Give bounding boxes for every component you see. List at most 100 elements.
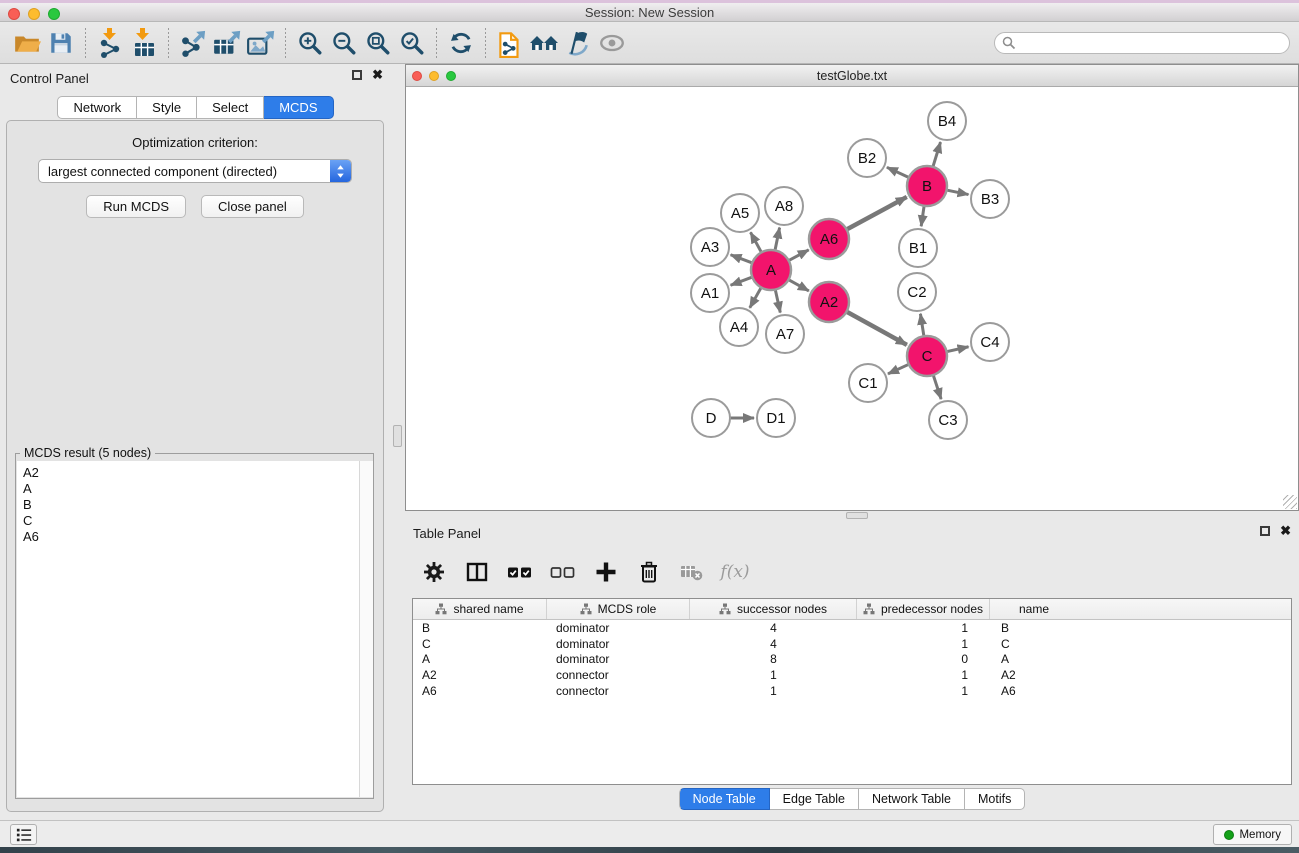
graph-edge-B-B3[interactable] (947, 190, 969, 195)
graph-edge-B-B2[interactable] (887, 167, 909, 177)
table-cell[interactable]: dominator (547, 621, 690, 635)
graph-edge-A-A5[interactable] (751, 232, 762, 252)
select-all-button[interactable] (505, 557, 535, 587)
table-cell[interactable]: 4 (690, 637, 857, 651)
table-cell[interactable]: C (990, 637, 1078, 651)
tab-network[interactable]: Network (57, 96, 137, 119)
refresh-button[interactable] (444, 26, 478, 60)
horizontal-splitter[interactable] (405, 511, 1299, 520)
create-column-button[interactable] (591, 557, 621, 587)
mcds-result-item[interactable]: A (23, 481, 372, 497)
graph-edge-A-A7[interactable] (775, 290, 780, 313)
table-cell[interactable]: 1 (857, 637, 990, 651)
horizontal-splitter-grip[interactable] (846, 512, 868, 519)
table-cell[interactable]: A2 (413, 668, 547, 682)
table-cell[interactable]: B (990, 621, 1078, 635)
run-mcds-button[interactable]: Run MCDS (86, 195, 186, 218)
mcds-result-item[interactable]: A2 (23, 465, 372, 481)
delete-column-button[interactable] (634, 557, 664, 587)
table-row[interactable]: Bdominator41B (413, 620, 1291, 636)
graph-edge-B-B1[interactable] (921, 206, 924, 226)
search-input[interactable] (994, 32, 1290, 54)
export-table-button[interactable] (210, 26, 244, 60)
mcds-result-scrollbar[interactable] (359, 461, 373, 797)
import-table-button[interactable] (127, 26, 161, 60)
tab-select[interactable]: Select (197, 96, 264, 119)
column-header-mcds-role[interactable]: MCDS role (547, 599, 690, 619)
delete-table-button[interactable] (677, 557, 707, 587)
tab-mcds[interactable]: MCDS (264, 96, 333, 119)
resize-grip-icon[interactable] (1283, 495, 1297, 509)
close-panel-button[interactable]: Close panel (201, 195, 304, 218)
graph-edge-C-C1[interactable] (888, 364, 909, 374)
tab-motifs[interactable]: Motifs (965, 788, 1025, 810)
graph-edge-A6-B[interactable] (847, 197, 907, 230)
tab-style[interactable]: Style (137, 96, 197, 119)
table-cell[interactable]: 1 (690, 668, 857, 682)
graph-edge-B-B4[interactable] (933, 142, 941, 167)
table-row[interactable]: A2connector11A2 (413, 667, 1291, 683)
table-cell[interactable]: dominator (547, 637, 690, 651)
deselect-all-button[interactable] (548, 557, 578, 587)
mcds-result-item[interactable]: C (23, 513, 372, 529)
mcds-result-list[interactable]: A2ABCA6 (17, 461, 372, 797)
vertical-splitter-grip[interactable] (393, 425, 402, 447)
tab-network-table[interactable]: Network Table (859, 788, 965, 810)
mcds-result-item[interactable]: B (23, 497, 372, 513)
zoom-selected-button[interactable] (395, 26, 429, 60)
float-panel-icon[interactable] (352, 70, 362, 80)
save-session-button[interactable] (44, 26, 78, 60)
table-cell[interactable]: A (990, 652, 1078, 666)
show-column-button[interactable] (462, 557, 492, 587)
column-header-predecessor-nodes[interactable]: predecessor nodes (857, 599, 990, 619)
export-image-button[interactable] (244, 26, 278, 60)
table-cell[interactable]: 1 (857, 684, 990, 698)
close-table-panel-icon[interactable]: ✖ (1280, 526, 1291, 536)
close-panel-icon[interactable]: ✖ (372, 70, 383, 80)
open-session-button[interactable] (10, 26, 44, 60)
graph-edge-A-A4[interactable] (750, 287, 761, 307)
column-header-shared-name[interactable]: shared name (413, 599, 547, 619)
mcds-result-item[interactable]: A6 (23, 529, 372, 545)
network-canvas[interactable]: B4B2BB3A8A5A6A3B1AA1C2A2A4A7C4CC1C3DD1 (406, 88, 1298, 510)
node-table[interactable]: shared nameMCDS rolesuccessor nodesprede… (412, 598, 1292, 785)
eye-button[interactable] (595, 26, 629, 60)
graph-edge-A-A8[interactable] (775, 228, 780, 251)
graph-edge-A-A3[interactable] (731, 255, 753, 263)
table-cell[interactable]: A6 (990, 684, 1078, 698)
table-cell[interactable]: connector (547, 684, 690, 698)
zoom-in-button[interactable] (293, 26, 327, 60)
function-builder-button[interactable]: f(x) (720, 557, 750, 587)
home-button[interactable] (527, 26, 561, 60)
table-cell[interactable]: connector (547, 668, 690, 682)
criterion-dropdown[interactable]: largest connected component (directed) (38, 159, 352, 183)
column-header-successor-nodes[interactable]: successor nodes (690, 599, 857, 619)
graph-edge-C-C2[interactable] (920, 314, 924, 337)
table-cell[interactable]: 4 (690, 621, 857, 635)
task-history-button[interactable] (10, 824, 37, 845)
table-cell[interactable]: 1 (857, 621, 990, 635)
graph-edge-C-C4[interactable] (947, 347, 969, 352)
memory-button[interactable]: Memory (1213, 824, 1292, 845)
graph-edge-A-A6[interactable] (789, 250, 809, 261)
column-header-name[interactable]: name (990, 599, 1078, 619)
table-cell[interactable]: 1 (857, 668, 990, 682)
table-row[interactable]: A6connector11A6 (413, 683, 1291, 699)
graphics-details-button[interactable] (561, 26, 595, 60)
graph-edge-C-C3[interactable] (933, 375, 941, 399)
network-window-titlebar[interactable]: testGlobe.txt (406, 65, 1298, 87)
table-cell[interactable]: B (413, 621, 547, 635)
table-cell[interactable]: A (413, 652, 547, 666)
zoom-out-button[interactable] (327, 26, 361, 60)
table-settings-button[interactable] (419, 557, 449, 587)
graph-edge-A-A1[interactable] (731, 277, 753, 285)
table-cell[interactable]: 8 (690, 652, 857, 666)
new-network-from-selection-button[interactable] (493, 26, 527, 60)
table-cell[interactable]: 0 (857, 652, 990, 666)
tab-edge-table[interactable]: Edge Table (770, 788, 859, 810)
float-table-panel-icon[interactable] (1260, 526, 1270, 536)
graph-edge-A2-C[interactable] (847, 312, 907, 345)
table-cell[interactable]: C (413, 637, 547, 651)
zoom-fit-button[interactable] (361, 26, 395, 60)
table-cell[interactable]: A6 (413, 684, 547, 698)
